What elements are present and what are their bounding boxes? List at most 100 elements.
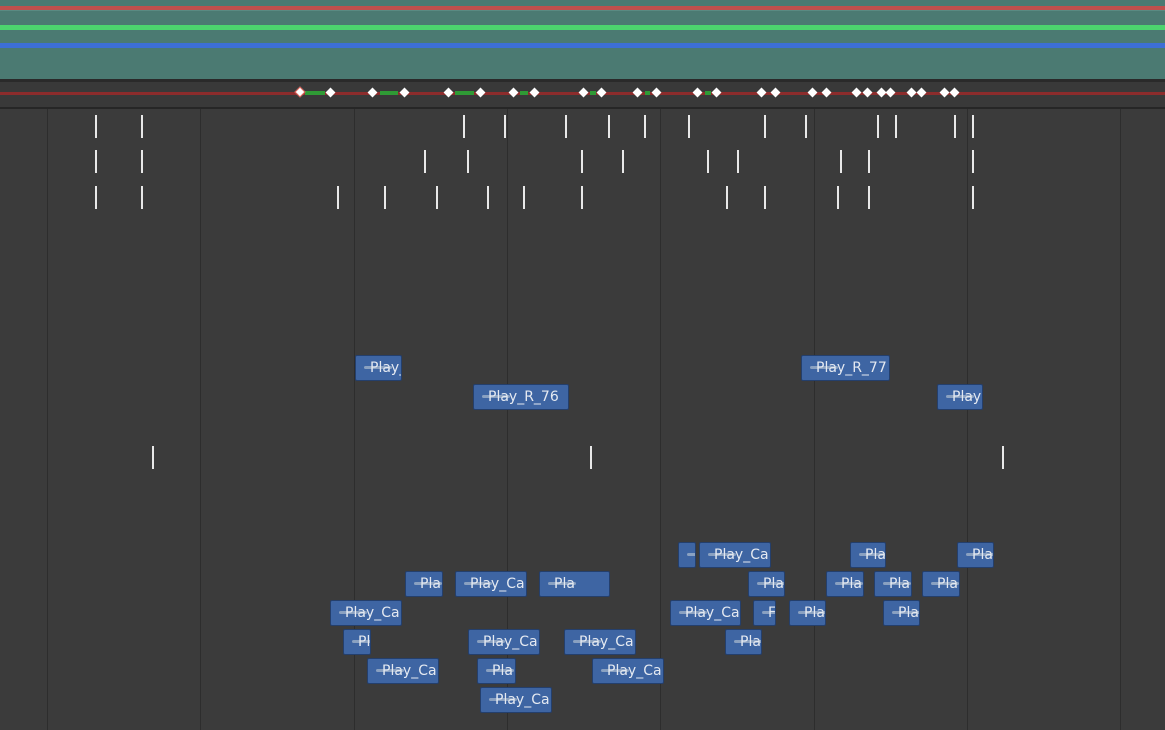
clip-label: Pla <box>865 547 886 563</box>
event-tick-marker <box>590 446 592 469</box>
clip-label: Play <box>952 389 982 405</box>
event-tick-marker <box>622 150 624 173</box>
event-tick-marker <box>487 186 489 209</box>
keyframe-active-segment <box>590 91 596 95</box>
keyframe-active-segment <box>455 91 474 95</box>
sfx-clip[interactable]: Pla <box>874 571 912 597</box>
event-tick-marker <box>764 186 766 209</box>
event-tick-marker <box>726 186 728 209</box>
gridline <box>814 109 815 730</box>
event-tick-marker <box>868 186 870 209</box>
gridline <box>967 109 968 730</box>
clip-label: Pla <box>740 634 761 650</box>
gridline <box>47 109 48 730</box>
event-tick-marker <box>840 150 842 173</box>
sfx-clip[interactable]: F <box>753 600 776 626</box>
green-track-band <box>0 25 1165 30</box>
clip-label: Pla <box>898 605 919 621</box>
clip-waveform <box>687 553 695 556</box>
clip-label: Play_Ca <box>607 663 662 679</box>
event-tick-marker <box>424 150 426 173</box>
clip-label: Pla <box>492 663 513 679</box>
header-divider <box>0 10 1165 11</box>
event-tick-marker <box>954 115 956 138</box>
clip-label: Pla <box>420 576 441 592</box>
sfx-clip[interactable]: Pla <box>850 542 886 568</box>
event-tick-marker <box>707 150 709 173</box>
clip-label: Play_R_76 <box>488 389 559 405</box>
clip-label: F <box>768 605 776 621</box>
sfx-clip[interactable]: Play_Ca <box>564 629 636 655</box>
event-tick-marker <box>581 150 583 173</box>
event-tick-marker <box>581 186 583 209</box>
gridline <box>1120 109 1121 730</box>
event-tick-marker <box>895 115 897 138</box>
event-tick-marker <box>608 115 610 138</box>
music-clip[interactable]: Play <box>937 384 983 410</box>
clip-label: Pla <box>889 576 910 592</box>
event-tick-marker <box>436 186 438 209</box>
event-tick-marker <box>337 186 339 209</box>
sfx-clip[interactable]: Pla <box>539 571 610 597</box>
event-tick-marker <box>152 446 154 469</box>
clip-label: Play_Ca <box>763 576 784 592</box>
event-tick-marker <box>972 150 974 173</box>
track-overview-header <box>0 0 1165 79</box>
sfx-clip[interactable]: Play_Ca <box>699 542 771 568</box>
sfx-clip[interactable]: Pl <box>343 629 371 655</box>
clip-label: Play_ <box>370 360 401 376</box>
keyframe-active-segment <box>645 91 650 95</box>
event-tick-marker <box>141 150 143 173</box>
event-tick-marker <box>877 115 879 138</box>
sfx-clip[interactable] <box>678 542 696 568</box>
clip-label: Pl <box>358 634 371 650</box>
sfx-clip[interactable]: Play_Ca <box>670 600 741 626</box>
clip-label: Play_Ca <box>685 605 740 621</box>
sfx-clip[interactable]: Pla <box>477 658 516 684</box>
event-tick-marker <box>837 186 839 209</box>
sfx-clip[interactable]: Pla <box>826 571 864 597</box>
event-tick-marker <box>95 150 97 173</box>
event-tick-marker <box>972 186 974 209</box>
sfx-clip[interactable]: Pla <box>789 600 826 626</box>
sfx-clip[interactable]: Play_Ca <box>592 658 664 684</box>
sfx-clip[interactable]: Pla <box>883 600 920 626</box>
event-tick-marker <box>737 150 739 173</box>
sfx-clip[interactable]: Pla <box>922 571 960 597</box>
clip-label: Pla <box>972 547 993 563</box>
music-clip[interactable]: Play_ <box>355 355 402 381</box>
event-tick-marker <box>463 115 465 138</box>
clip-label: Play_Ca <box>714 547 769 563</box>
event-tick-marker <box>644 115 646 138</box>
sfx-clip[interactable]: Play_Ca <box>455 571 527 597</box>
clip-label: Pla <box>554 576 575 592</box>
keyframe-active-segment <box>380 91 398 95</box>
keyframe-active-segment <box>520 91 528 95</box>
sfx-clip[interactable]: Play_Ca <box>468 629 540 655</box>
clip-label: Play_Ca <box>470 576 525 592</box>
clip-label: Play_Ca <box>579 634 634 650</box>
event-tick-marker <box>504 115 506 138</box>
sfx-clip[interactable]: Play_Ca <box>480 687 552 713</box>
sfx-clip[interactable]: Pla <box>725 629 762 655</box>
sfx-clip[interactable]: Pla <box>405 571 443 597</box>
music-clip[interactable]: Play_R_76 <box>473 384 569 410</box>
event-tick-marker <box>868 150 870 173</box>
clip-label: Play_Ca <box>495 692 550 708</box>
sfx-clip[interactable]: Play_Ca <box>748 571 785 597</box>
blue-track-band <box>0 43 1165 48</box>
clip-label: Pla <box>937 576 958 592</box>
sfx-clip[interactable]: Pla <box>957 542 994 568</box>
event-tick-marker <box>384 186 386 209</box>
gridline <box>660 109 661 730</box>
sfx-clip[interactable]: Play_Ca <box>367 658 439 684</box>
clip-label: Play_Ca <box>382 663 437 679</box>
music-clip[interactable]: Play_R_77 <box>801 355 890 381</box>
clip-label: Play_Ca <box>345 605 400 621</box>
keyframe-active-segment <box>705 91 711 95</box>
sfx-clip[interactable]: Play_Ca <box>330 600 402 626</box>
event-tick-marker <box>523 186 525 209</box>
event-tick-marker <box>764 115 766 138</box>
gridline <box>200 109 201 730</box>
event-tick-marker <box>95 186 97 209</box>
